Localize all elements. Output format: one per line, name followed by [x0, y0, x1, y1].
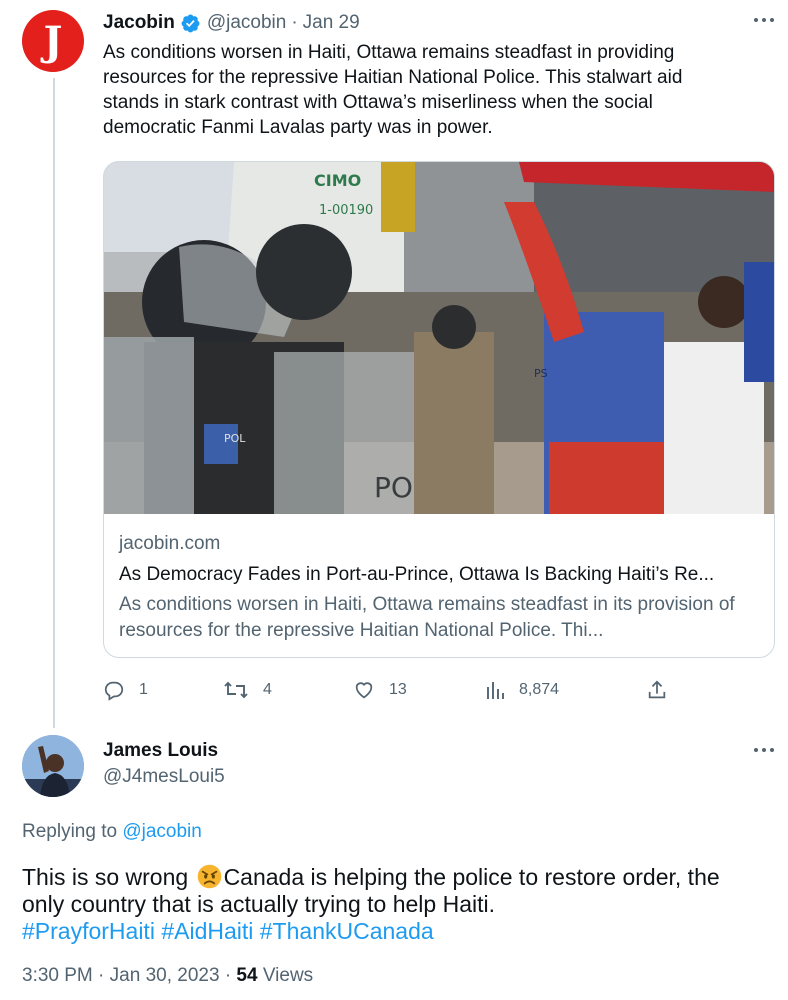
reply-more-options-icon[interactable] — [750, 740, 778, 760]
hashtag-aidhaiti[interactable]: #AidHaiti — [161, 918, 253, 944]
footer-dot: · — [98, 965, 105, 986]
tweet-header: Jacobin @jacobin · Jan 29 — [103, 10, 360, 36]
reply-footer: 3:30 PM · Jan 30, 2023 · 54 Views — [22, 965, 313, 987]
more-options-icon[interactable] — [750, 10, 778, 30]
avatar-letter: J — [43, 18, 63, 65]
reply-button[interactable]: 1 — [103, 676, 148, 704]
tweet-action-bar: 1 4 13 8,874 — [103, 676, 673, 704]
views-count: 8,874 — [519, 681, 560, 698]
replying-to-handle[interactable]: @jacobin — [122, 821, 202, 842]
author-name[interactable]: Jacobin — [103, 12, 175, 34]
bar-chart-icon — [487, 682, 504, 699]
card-meta: jacobin.com As Democracy Fades in Port-a… — [119, 532, 764, 644]
tweet-text: As conditions worsen in Haiti, Ottawa re… — [103, 42, 683, 138]
card-image: CIMO 1-00190 POL PO PS — [104, 162, 774, 514]
author-handle[interactable]: @jacobin — [207, 12, 287, 34]
reply-views-count[interactable]: 54 — [236, 965, 257, 986]
card-description: As conditions worsen in Haiti, Ottawa re… — [119, 594, 735, 641]
views-button[interactable]: 8,874 — [485, 676, 559, 704]
vest-text: PS — [534, 367, 548, 380]
reply-author-handle[interactable]: @J4mesLoui5 — [103, 766, 225, 788]
heart-icon — [355, 682, 373, 699]
reply-views-label: Views — [257, 965, 314, 986]
verified-badge-icon — [180, 13, 201, 34]
like-button[interactable]: 13 — [353, 676, 407, 704]
hashtag-prayforhaiti[interactable]: #PrayforHaiti — [22, 918, 155, 944]
share-button[interactable] — [646, 676, 682, 704]
jacobin-avatar[interactable]: J — [22, 10, 84, 72]
reply-text-start: This is so wrong — [22, 864, 195, 890]
reply-text: This is so wrong Canada is helping the p… — [22, 864, 762, 945]
replying-to-line: Replying to @jacobin — [22, 821, 202, 843]
reply-time[interactable]: 3:30 PM — [22, 965, 93, 986]
angry-face-icon — [197, 864, 221, 889]
sign-bottom-text: 1-00190 — [319, 203, 373, 218]
reply-author-name[interactable]: James Louis — [103, 740, 218, 762]
profile-photo — [22, 735, 84, 797]
card-domain: jacobin.com — [119, 533, 221, 554]
sign-top-text: CIMO — [314, 171, 361, 190]
replying-to-label: Replying to — [22, 821, 123, 842]
link-card[interactable]: CIMO 1-00190 POL PO PS jacobin.com As De… — [103, 161, 775, 658]
retweet-button[interactable]: 4 — [223, 676, 272, 704]
separator-dot: · — [291, 12, 298, 33]
reply-count: 1 — [139, 681, 148, 698]
reply-icon — [104, 681, 124, 701]
retweet-icon — [224, 681, 248, 699]
tweet-date[interactable]: Jan 29 — [303, 12, 360, 34]
retweet-count: 4 — [263, 681, 272, 698]
patch-text: POL — [224, 432, 246, 445]
share-icon — [648, 680, 666, 699]
james-louis-avatar[interactable] — [22, 735, 84, 797]
reply-date[interactable]: Jan 30, 2023 — [110, 965, 220, 986]
hashtag-thankucanada[interactable]: #ThankUCanada — [260, 918, 434, 944]
card-title[interactable]: As Democracy Fades in Port-au-Prince, Ot… — [119, 562, 764, 588]
thread-connector-line — [53, 78, 55, 728]
like-count: 13 — [389, 681, 407, 698]
shield-text: PO — [374, 471, 413, 504]
footer-dot-2: · — [224, 965, 232, 986]
